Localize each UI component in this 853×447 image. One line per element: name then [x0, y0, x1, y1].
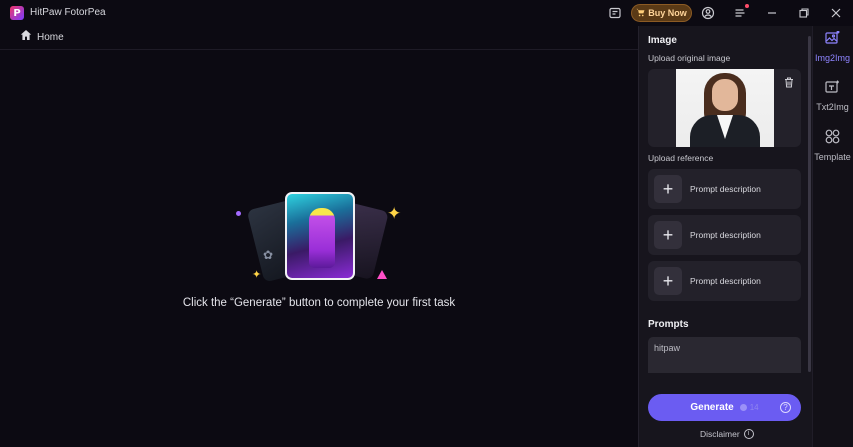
reference-label: Prompt description [690, 230, 761, 240]
image-section-title: Image [648, 35, 677, 46]
panel-scrollbar[interactable] [808, 36, 811, 372]
illustration-card-front [285, 192, 355, 280]
title-bar: P HitPaw FotorPea Buy Now [0, 0, 853, 26]
disclaimer-label: Disclaimer [700, 428, 740, 439]
template-icon [825, 129, 840, 149]
rail-label: Txt2Img [816, 102, 849, 112]
home-nav[interactable]: Home [20, 30, 64, 44]
home-label: Home [37, 31, 64, 43]
app-logo-icon: P [10, 6, 24, 20]
notification-dot [745, 4, 749, 8]
close-icon[interactable] [828, 5, 844, 21]
header-divider [0, 49, 638, 50]
rail-label: Img2Img [814, 53, 850, 63]
rail-item-template[interactable]: Template [812, 129, 853, 162]
buy-now-label: Buy Now [648, 8, 687, 18]
rail-label: Template [814, 152, 851, 162]
generate-button[interactable]: Generate 14 [648, 394, 801, 421]
info-icon: i [743, 428, 754, 439]
prompts-section-title: Prompts [648, 319, 689, 330]
original-image-preview [676, 69, 774, 147]
reference-label: Prompt description [690, 184, 761, 194]
feedback-icon[interactable] [607, 5, 623, 21]
cart-icon [636, 8, 645, 19]
app-logo-letter: P [13, 7, 21, 19]
account-icon[interactable] [700, 5, 716, 21]
upload-reference-label: Upload reference [648, 153, 714, 163]
menu-icon[interactable] [732, 4, 749, 21]
image-edit-icon [825, 30, 840, 50]
app-title: HitPaw FotorPea [30, 7, 106, 18]
help-icon[interactable]: ? [780, 402, 791, 413]
minimize-icon[interactable] [764, 5, 780, 21]
reference-upload-3[interactable]: + Prompt description [648, 261, 801, 301]
decor-dot [236, 211, 241, 216]
home-icon [20, 28, 32, 46]
disclaimer-link[interactable]: Disclaimer i [700, 428, 754, 439]
restore-icon[interactable] [796, 5, 812, 21]
reference-upload-2[interactable]: + Prompt description [648, 215, 801, 255]
preview-face [712, 79, 738, 111]
flower-icon: ✿ [263, 248, 274, 262]
plus-icon: + [654, 267, 682, 295]
upload-original-label: Upload original image [648, 53, 731, 63]
coin-icon [739, 404, 747, 411]
text-image-icon [825, 80, 840, 99]
buy-now-button[interactable]: Buy Now [631, 4, 692, 22]
decor-triangle [377, 270, 387, 279]
plus-icon: + [654, 175, 682, 203]
rail-item-img2img[interactable]: Img2Img [812, 30, 853, 63]
rail-item-txt2img[interactable]: Txt2Img [812, 80, 853, 112]
trash-icon[interactable] [784, 75, 794, 88]
generate-label: Generate [690, 402, 734, 413]
empty-state-illustration: ✿ ✦ ✦ [235, 188, 405, 288]
sparkle-small-icon: ✦ [252, 269, 262, 281]
generate-cost: 14 [749, 403, 759, 412]
reference-upload-1[interactable]: + Prompt description [648, 169, 801, 209]
plus-icon: + [654, 221, 682, 249]
reference-label: Prompt description [690, 276, 761, 286]
empty-state-message: Click the “Generate” button to complete … [182, 297, 456, 309]
prompt-input[interactable]: hitpaw [648, 337, 801, 373]
sparkle-icon: ✦ [387, 204, 402, 223]
illustration-figure [309, 208, 335, 268]
